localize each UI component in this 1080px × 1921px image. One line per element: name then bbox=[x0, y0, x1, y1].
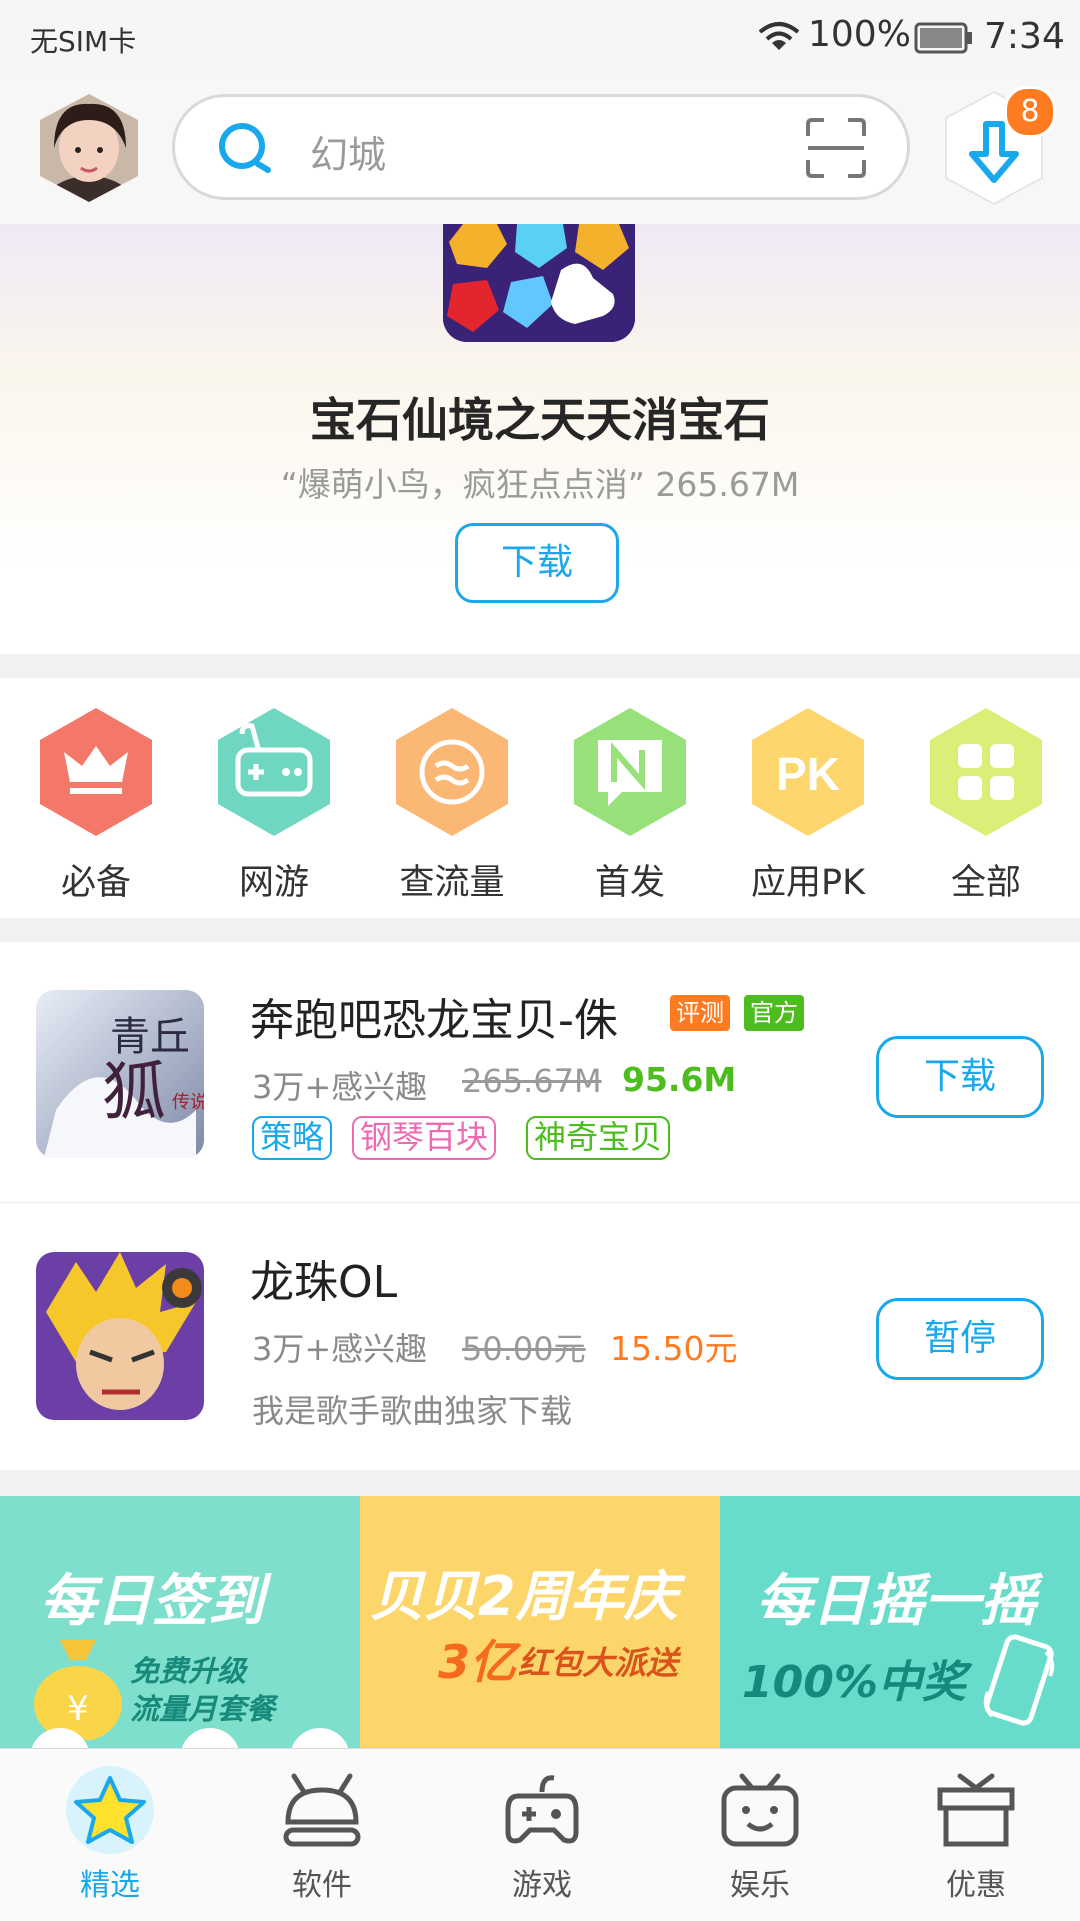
android-icon bbox=[283, 1773, 361, 1847]
pause-button[interactable]: 暂停 bbox=[876, 1298, 1044, 1380]
category-chaliuliang[interactable] bbox=[390, 704, 514, 840]
featured-app-icon[interactable] bbox=[443, 224, 635, 342]
app-description: 我是歌手歌曲独家下载 bbox=[252, 1392, 573, 1430]
nav-label: 游戏 bbox=[512, 1868, 572, 1903]
nav-label: 娱乐 bbox=[730, 1868, 790, 1903]
promo-line: 免费升级 bbox=[130, 1654, 247, 1688]
carrier-text: 无SIM卡 bbox=[30, 25, 137, 58]
battery-icon bbox=[914, 22, 972, 54]
tag[interactable]: 策略 bbox=[252, 1116, 333, 1160]
promo-anniversary[interactable]: 贝贝2周年庆 3亿 红包大派送 bbox=[360, 1496, 720, 1748]
phone-icon bbox=[983, 1634, 1055, 1726]
promo-line: 100%中奖 bbox=[742, 1657, 966, 1708]
app-icon[interactable]: 青丘 狐 传说 bbox=[36, 990, 204, 1158]
category-label: 网游 bbox=[238, 863, 309, 903]
search-icon bbox=[219, 123, 271, 173]
category-label: 全部 bbox=[950, 863, 1021, 903]
section-divider bbox=[0, 654, 1080, 678]
search-bar[interactable] bbox=[172, 94, 910, 200]
new-size: 95.6M bbox=[622, 1060, 737, 1099]
nav-item-yule[interactable] bbox=[720, 1772, 800, 1848]
category-label: 首发 bbox=[594, 863, 665, 903]
promo-daily-checkin[interactable]: 每日签到 ¥ 免费升级 流量月套餐 bbox=[0, 1496, 360, 1748]
search-input[interactable]: 幻城 bbox=[310, 124, 386, 179]
nav-label: 优惠 bbox=[946, 1868, 1006, 1903]
promo-title: 每日签到 bbox=[40, 1569, 264, 1634]
category-shoufa[interactable] bbox=[568, 704, 692, 840]
new-flag-icon bbox=[574, 708, 686, 836]
star-icon bbox=[66, 1766, 154, 1854]
featured-subtitle: “爆萌小鸟，疯狂点点消” 265.67M bbox=[280, 465, 800, 504]
category-all[interactable] bbox=[924, 704, 1048, 840]
nav-label: 精选 bbox=[80, 1868, 140, 1903]
nav-item-jingxuan[interactable] bbox=[52, 1766, 168, 1856]
official-badge: 官方 bbox=[744, 995, 804, 1031]
interest-count: 3万+感兴趣 bbox=[252, 1330, 428, 1368]
download-button[interactable]: 下载 bbox=[876, 1036, 1044, 1118]
category-label: 必备 bbox=[60, 863, 131, 903]
review-badge: 评测 bbox=[670, 995, 730, 1031]
crown-icon bbox=[40, 708, 152, 836]
promo-line: 红包大派送 bbox=[518, 1644, 679, 1682]
wifi-icon bbox=[758, 22, 800, 50]
app-title: 龙珠OL bbox=[250, 1257, 398, 1308]
category-bixu[interactable] bbox=[34, 704, 158, 840]
category-label: 查流量 bbox=[399, 863, 505, 903]
clock: 7:34 bbox=[984, 16, 1065, 57]
nav-label: 软件 bbox=[292, 1868, 352, 1903]
featured-download-button[interactable]: 下载 bbox=[455, 523, 619, 603]
avatar[interactable] bbox=[36, 92, 142, 204]
promo-title: 每日摇一摇 bbox=[756, 1569, 1036, 1634]
featured-title: 宝石仙境之天天消宝石 bbox=[310, 393, 770, 447]
svg-text:PK: PK bbox=[776, 748, 840, 800]
promo-shake[interactable]: 每日摇一摇 100%中奖 bbox=[720, 1496, 1080, 1748]
old-size: 265.67M bbox=[462, 1062, 602, 1100]
new-price: 15.50元 bbox=[610, 1329, 738, 1368]
tag[interactable]: 钢琴百块 bbox=[352, 1116, 497, 1160]
app-icon[interactable] bbox=[36, 1252, 204, 1420]
nav-item-youhui[interactable] bbox=[936, 1772, 1016, 1848]
category-label: 应用PK bbox=[750, 863, 866, 903]
category-pk[interactable]: PK bbox=[746, 704, 870, 840]
download-count-badge: 8 bbox=[1004, 86, 1056, 138]
old-price: 50.00元 bbox=[462, 1330, 586, 1368]
gamepad-icon bbox=[505, 1775, 579, 1844]
promo-title: 贝贝2周年庆 bbox=[370, 1565, 678, 1628]
section-divider bbox=[0, 1470, 1080, 1496]
nav-item-youxi[interactable] bbox=[504, 1770, 580, 1850]
tv-face-icon bbox=[721, 1773, 799, 1847]
section-divider bbox=[0, 918, 1080, 942]
traffic-icon bbox=[396, 708, 508, 836]
gamepad-icon bbox=[218, 708, 330, 836]
scan-icon[interactable] bbox=[804, 118, 868, 178]
category-wangyou[interactable] bbox=[212, 704, 336, 840]
battery-percent: 100% bbox=[808, 14, 911, 55]
cloud-decoration bbox=[31, 1728, 349, 1748]
app-icon-text: 传说 bbox=[172, 1092, 204, 1113]
app-title: 奔跑吧恐龙宝贝-侏 bbox=[250, 995, 618, 1046]
pk-icon: PK bbox=[752, 708, 864, 836]
promo-highlight: 3亿 bbox=[438, 1635, 517, 1689]
interest-count: 3万+感兴趣 bbox=[252, 1068, 428, 1106]
gift-icon bbox=[937, 1773, 1015, 1847]
tag[interactable]: 神奇宝贝 bbox=[526, 1116, 671, 1160]
nav-item-ruanjian[interactable] bbox=[280, 1772, 364, 1848]
app-icon-text: 狐 bbox=[102, 1056, 166, 1130]
grid-icon bbox=[930, 708, 1042, 836]
app-icon-text: 青丘 bbox=[110, 1014, 190, 1060]
